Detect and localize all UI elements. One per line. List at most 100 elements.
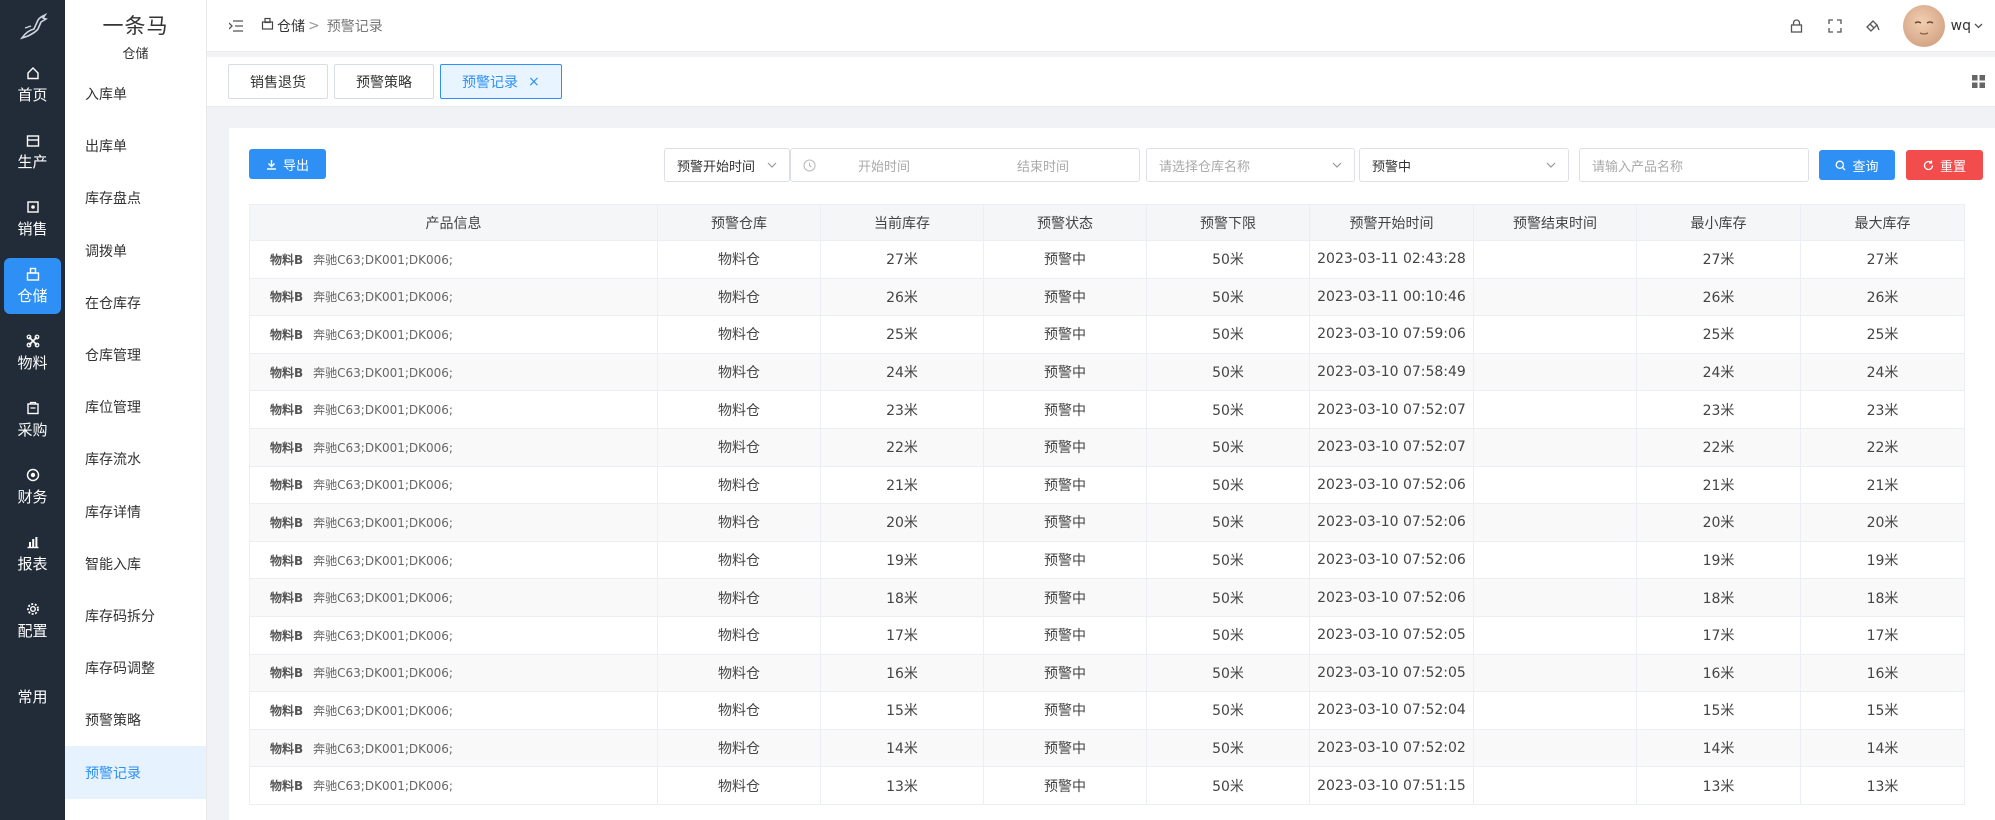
sidebar-item-13[interactable]: 预警记录	[65, 746, 206, 799]
cell-end	[1473, 390, 1637, 429]
date-range-picker[interactable]: 开始时间 结束时间	[790, 148, 1140, 182]
table-row[interactable]: 物料B 奔驰C63;DK001;DK006; 物料仓 26米 预警中 50米 2023-03…	[249, 277, 1965, 317]
rail-item-1[interactable]: 生产	[0, 119, 65, 186]
sidebar-item-8[interactable]: 库存详情	[65, 486, 206, 538]
fullscreen-icon[interactable]	[1827, 18, 1843, 34]
rail-item-5[interactable]: 采购	[0, 387, 65, 454]
column-header: 最大库存	[1800, 204, 1965, 241]
table-row[interactable]: 物料B 奔驰C63;DK001;DK006; 物料仓 24米 预警中 50米 2023-03…	[249, 352, 1965, 392]
table-row[interactable]: 物料B 奔驰C63;DK001;DK006; 物料仓 17米 预警中 50米 2023-03…	[249, 615, 1965, 655]
cell-status: 预警中	[983, 728, 1147, 768]
theme-icon[interactable]	[1865, 18, 1881, 34]
sidebar-item-9[interactable]: 智能入库	[65, 538, 206, 590]
sidebar-item-0[interactable]: 入库单	[65, 68, 206, 120]
rail-item-9[interactable]: 常用	[0, 663, 65, 730]
export-button[interactable]: 导出	[249, 149, 326, 179]
rail-item-7[interactable]: 报表	[0, 521, 65, 588]
table-row[interactable]: 物料B 奔驰C63;DK001;DK006; 物料仓 18米 预警中 50米 2023-03…	[249, 578, 1965, 617]
rail-item-3[interactable]: 仓储	[4, 258, 61, 314]
table-row[interactable]: 物料B 奔驰C63;DK001;DK006; 物料仓 20米 预警中 50米 2023-03…	[249, 503, 1965, 542]
cell-start: 2023-03-11 02:43:28	[1309, 240, 1474, 279]
rail-item-8[interactable]: 配置	[0, 588, 65, 655]
table-row[interactable]: 物料B 奔驰C63;DK001;DK006; 物料仓 19米 预警中 50米 2023-03…	[249, 540, 1965, 580]
table-row[interactable]: 物料B 奔驰C63;DK001;DK006; 物料仓 15米 预警中 50米 2023-03…	[249, 691, 1965, 730]
cell-lower: 50米	[1146, 390, 1310, 429]
rail-item-label: 财务	[17, 488, 48, 506]
sidebar-item-5[interactable]: 仓库管理	[65, 329, 206, 381]
rail-item-4[interactable]: 物料	[0, 320, 65, 387]
table-row[interactable]: 物料B 奔驰C63;DK001;DK006; 物料仓 14米 预警中 50米 2023-03…	[249, 728, 1965, 768]
table-row[interactable]: 物料B 奔驰C63;DK001;DK006; 物料仓 23米 预警中 50米 2023-03…	[249, 390, 1965, 429]
breadcrumb-root[interactable]: 仓储	[277, 16, 305, 36]
cell-lower: 50米	[1146, 691, 1310, 730]
cell-end	[1473, 540, 1637, 580]
rail-item-2[interactable]: 销售	[0, 186, 65, 253]
grid-icon[interactable]	[1971, 74, 1987, 90]
sidebar-item-11[interactable]: 库存码调整	[65, 642, 206, 694]
table-row[interactable]: 物料B 奔驰C63;DK001;DK006; 物料仓 21米 预警中 50米 2023-03…	[249, 465, 1965, 505]
product-info-cell: 物料B 奔驰C63;DK001;DK006;	[249, 240, 658, 279]
tab-0[interactable]: 销售退货	[228, 64, 328, 99]
sidebar-item-2[interactable]: 库存盘点	[65, 172, 206, 224]
content-card: 导出 预警开始时间 开始时间 结束时间 请选择仓库名称 预警中 请输入产品名称 …	[229, 128, 1995, 820]
sidebar-item-6[interactable]: 库位管理	[65, 381, 206, 433]
table-row[interactable]: 物料B 奔驰C63;DK001;DK006; 物料仓 25米 预警中 50米 2023-03…	[249, 315, 1965, 354]
product-name-input[interactable]: 请输入产品名称	[1579, 148, 1809, 182]
warehouse-select[interactable]: 请选择仓库名称	[1146, 148, 1355, 182]
time-type-value: 预警开始时间	[677, 159, 756, 175]
table-row[interactable]: 物料B 奔驰C63;DK001;DK006; 物料仓 27米 预警中 50米 2023-03…	[249, 240, 1965, 279]
tab-2[interactable]: 预警记录 ×	[440, 64, 562, 99]
cell-status: 预警中	[983, 240, 1147, 279]
cell-status: 预警中	[983, 766, 1147, 805]
sidebar-item-7[interactable]: 库存流水	[65, 433, 206, 485]
main-nav-rail: 首页 生产销售仓储物料 采购财务报表 配置常用	[0, 0, 65, 820]
tab-label: 预警记录	[462, 74, 518, 91]
sidebar-item-12[interactable]: 预警策略	[65, 694, 206, 746]
close-icon[interactable]: ×	[528, 74, 540, 90]
avatar[interactable]	[1902, 4, 1945, 47]
cell-start: 2023-03-10 07:52:04	[1309, 691, 1474, 730]
rail-item-label: 销售	[17, 220, 48, 238]
tab-label: 预警策略	[356, 74, 412, 91]
refresh-icon	[1923, 160, 1934, 170]
cell-start: 2023-03-10 07:52:06	[1309, 540, 1474, 580]
collapse-menu-icon[interactable]	[229, 19, 245, 33]
chevron-down-icon	[1332, 162, 1342, 168]
cell-max: 24米	[1800, 352, 1965, 392]
table-row[interactable]: 物料B 奔驰C63;DK001;DK006; 物料仓 13米 预警中 50米 2023-03…	[249, 766, 1965, 805]
start-time-input[interactable]: 开始时间	[858, 156, 910, 175]
cell-warehouse: 物料仓	[657, 503, 821, 542]
user-menu[interactable]: wq	[1951, 18, 1983, 34]
table-row[interactable]: 物料B 奔驰C63;DK001;DK006; 物料仓 22米 预警中 50米 2023-03…	[249, 427, 1965, 467]
cell-status: 预警中	[983, 390, 1147, 429]
sidebar-item-10[interactable]: 库存码拆分	[65, 590, 206, 642]
breadcrumb-current: 预警记录	[326, 18, 383, 35]
status-select[interactable]: 预警中	[1359, 148, 1569, 182]
tabs-bar: 销售退货 预警策略 预警记录 ×	[207, 57, 1995, 107]
product-info-cell: 物料B 奔驰C63;DK001;DK006;	[249, 427, 658, 467]
product-name: 物料B	[270, 327, 304, 342]
rail-item-6[interactable]: 财务	[0, 454, 65, 521]
cell-current: 22米	[820, 427, 984, 467]
cell-current: 26米	[820, 277, 984, 317]
reset-button[interactable]: 重置	[1906, 150, 1983, 180]
sidebar-item-4[interactable]: 在仓库存	[65, 277, 206, 329]
end-time-input[interactable]: 结束时间	[1017, 156, 1069, 175]
rail-item-0[interactable]: 首页	[0, 52, 65, 119]
query-button[interactable]: 查询	[1819, 150, 1895, 180]
sidebar-item-3[interactable]: 调拨单	[65, 225, 206, 277]
sidebar-item-1[interactable]: 出库单	[65, 120, 206, 172]
cell-status: 预警中	[983, 315, 1147, 354]
time-type-select[interactable]: 预警开始时间	[664, 148, 790, 182]
cell-current: 23米	[820, 390, 984, 429]
cell-start: 2023-03-10 07:52:05	[1309, 615, 1474, 655]
cell-min: 15米	[1636, 691, 1801, 730]
cell-max: 15米	[1800, 691, 1965, 730]
table-row[interactable]: 物料B 奔驰C63;DK001;DK006; 物料仓 16米 预警中 50米 2023-03…	[249, 653, 1965, 693]
tab-1[interactable]: 预警策略	[334, 64, 434, 99]
lock-icon[interactable]	[1789, 18, 1805, 34]
product-placeholder: 请输入产品名称	[1592, 159, 1684, 175]
cell-start: 2023-03-11 00:10:46	[1309, 277, 1474, 317]
app-logo[interactable]	[0, 0, 65, 52]
product-spec: 奔驰C63;DK001;DK006;	[313, 440, 453, 455]
